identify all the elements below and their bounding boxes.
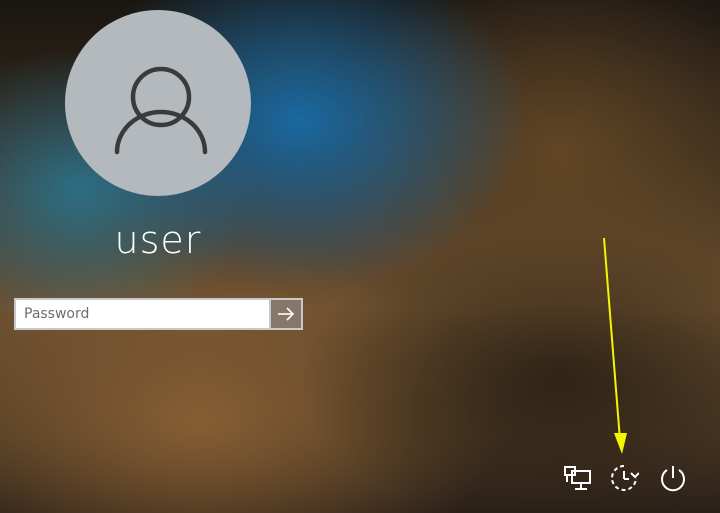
- ease-of-access-icon: [611, 465, 639, 491]
- user-avatar: [65, 10, 251, 196]
- ease-of-access-button[interactable]: [606, 460, 642, 496]
- password-row: [14, 298, 303, 330]
- power-button[interactable]: [655, 460, 691, 496]
- submit-button[interactable]: [271, 298, 303, 330]
- network-button[interactable]: [560, 460, 596, 496]
- person-icon: [114, 66, 208, 155]
- arrow-right-icon: [278, 307, 295, 321]
- user-name: user: [114, 218, 202, 262]
- lock-screen: user: [0, 0, 720, 513]
- network-icon: [564, 466, 591, 490]
- password-input[interactable]: [14, 298, 271, 330]
- power-icon: [661, 466, 685, 492]
